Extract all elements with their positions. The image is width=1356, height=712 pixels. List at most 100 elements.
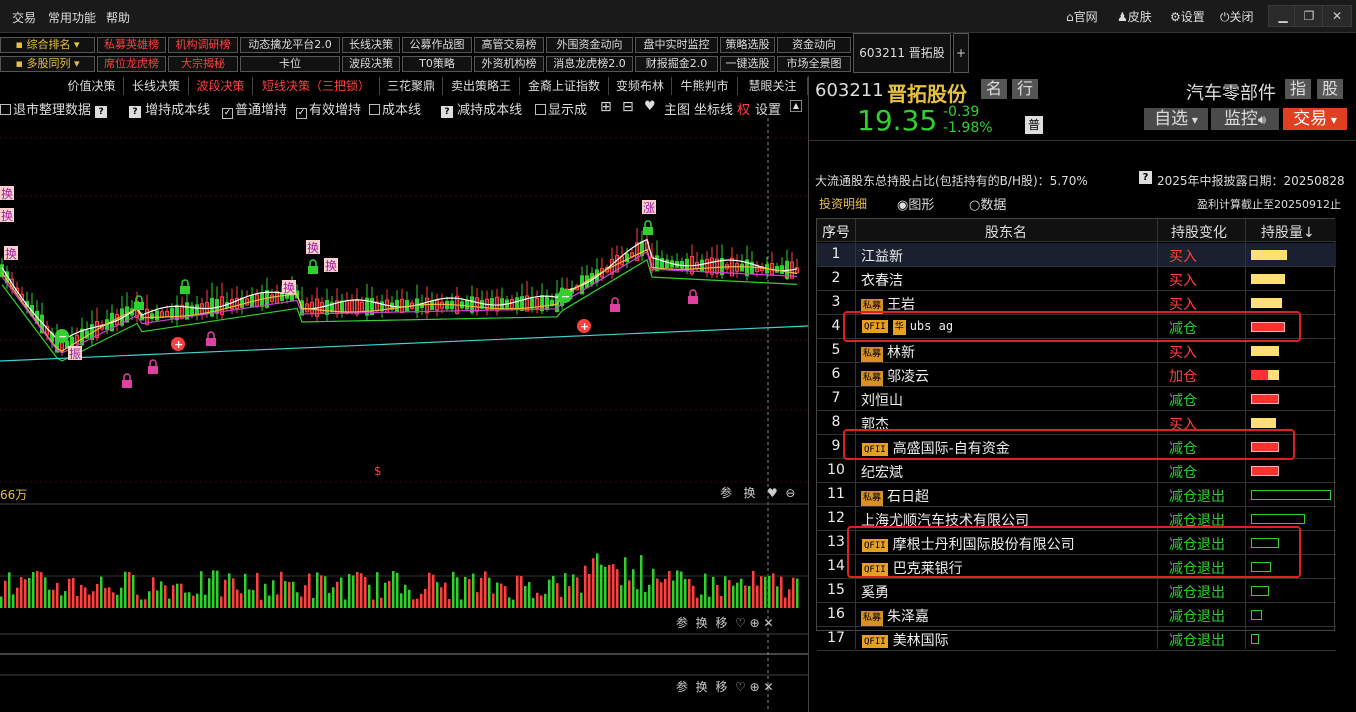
radio-checked-icon[interactable]: ◉	[897, 198, 908, 213]
data-radio[interactable]: ○数据	[969, 194, 1006, 213]
nav-nav1-5[interactable]: 公募作战图	[402, 37, 472, 53]
add-tab-button[interactable]: +	[953, 33, 969, 73]
help-icon[interactable]: ?	[1139, 171, 1152, 184]
nav-nav2-4[interactable]: 波段决策	[342, 56, 400, 72]
nav-nav1-9[interactable]: 策略选股	[720, 37, 775, 53]
skin-button[interactable]: ♟皮肤	[1117, 8, 1152, 25]
nav-nav1-10[interactable]: 资金动向	[777, 37, 851, 53]
quan-button[interactable]: 权	[737, 99, 750, 118]
table-row[interactable]: 6 私募 邬凌云 加仓	[817, 363, 1336, 387]
nav-nav2-9[interactable]: 一键选股	[720, 56, 775, 72]
checkbox-icon[interactable]	[535, 104, 546, 115]
stock-tab[interactable]: 603211 晋拓股份	[853, 33, 951, 98]
table-row[interactable]: 17 QFII 美林国际 减仓退出	[817, 627, 1336, 651]
table-row[interactable]: 1 江益新 买入	[817, 243, 1336, 267]
menu-trade[interactable]: 交易	[12, 9, 36, 26]
nav-nav2-10[interactable]: 市场全景图	[777, 56, 851, 72]
can-button[interactable]: 参	[676, 680, 688, 694]
delist-option[interactable]: 退市整理数据 ?	[0, 99, 108, 118]
chart-scroll-up-icon[interactable]: ▲	[790, 100, 802, 112]
tab-strategy-7[interactable]: 变频布林	[609, 77, 672, 95]
trade-button[interactable]: 交易 ▾	[1283, 108, 1347, 130]
help-icon[interactable]: ?	[95, 106, 108, 118]
restore-button[interactable]: ❐	[1294, 5, 1324, 27]
nav-nav2-1[interactable]: 席位龙虎榜	[97, 56, 166, 72]
header-name[interactable]: 股东名	[985, 222, 1027, 242]
zoom-out-icon[interactable]: ⊟	[622, 99, 634, 115]
tab-strategy-4[interactable]: 三花聚鼎	[380, 77, 443, 95]
tab-strategy-0[interactable]: 价值决策	[60, 77, 124, 95]
tab-strategy-9[interactable]: 慧眼关注	[738, 77, 808, 95]
nav-nav1-4[interactable]: 长线决策	[342, 37, 400, 53]
tab-strategy-6[interactable]: 金裔上证指数	[520, 77, 609, 95]
settings-button[interactable]: ⚙设置	[1170, 8, 1205, 25]
close-app-button[interactable]: ⏻关闭	[1220, 8, 1254, 25]
heart-icon[interactable]: ♥	[644, 99, 656, 114]
checkbox-icon[interactable]	[0, 104, 11, 115]
table-row[interactable]: 10 纪宏斌 减仓	[817, 459, 1336, 483]
table-row[interactable]: 11 私募 石日超 减仓退出	[817, 483, 1336, 507]
nav-nav1-8[interactable]: 盘中实时监控	[635, 37, 718, 53]
yi-button[interactable]: 移	[715, 680, 727, 694]
tab-strategy-8[interactable]: 牛熊判市	[672, 77, 738, 95]
radio-icon[interactable]: ○	[969, 198, 980, 213]
nav-nav2-0[interactable]: ▪ 多股同列 ▾	[0, 56, 95, 72]
nav-nav2-6[interactable]: 外资机构榜	[474, 56, 544, 72]
nav-nav2-5[interactable]: T0策略	[402, 56, 472, 72]
nav-nav2-3[interactable]: 卡位	[240, 56, 340, 72]
effective-increase-option[interactable]: ✓ 有效增持	[296, 99, 361, 119]
help-icon[interactable]: ?	[129, 106, 141, 118]
heart-icon[interactable]: ♡	[735, 680, 746, 694]
heart-icon[interactable]: ♥	[767, 486, 778, 500]
graph-radio[interactable]: ◉图形	[897, 194, 934, 213]
huan-button[interactable]: 换	[696, 680, 708, 694]
heart-icon[interactable]: ♡	[735, 616, 746, 630]
menu-help[interactable]: 帮助	[106, 9, 130, 26]
decrease-cost-option[interactable]: ? 减持成本线	[441, 99, 522, 118]
table-row[interactable]: 16 私募 朱泽嘉 减仓退出	[817, 603, 1336, 627]
zoom-out-icon[interactable]: ⊖	[785, 486, 795, 500]
cost-line-option[interactable]: 成本线	[369, 99, 421, 118]
header-change[interactable]: 持股变化	[1171, 222, 1227, 242]
table-row[interactable]: 2 衣春洁 买入	[817, 267, 1336, 291]
show-option[interactable]: 显示成	[535, 99, 587, 118]
normal-increase-option[interactable]: ✓ 普通增持	[222, 99, 287, 119]
nav-nav1-6[interactable]: 高管交易榜	[474, 37, 544, 53]
table-row[interactable]: 15 奚勇 减仓退出	[817, 579, 1336, 603]
tab-strategy-2[interactable]: 波段决策	[189, 77, 253, 95]
index-tag-button[interactable]: 指	[1285, 79, 1311, 99]
nav-nav1-2[interactable]: 机构调研榜	[168, 37, 238, 53]
help-icon[interactable]: ?	[441, 106, 453, 118]
industry-tag-button[interactable]: 行	[1012, 79, 1038, 99]
header-index[interactable]: 序号	[817, 222, 855, 242]
nav-nav1-3[interactable]: 动态擒龙平台2.0	[240, 37, 340, 53]
close-icon[interactable]: ✕	[763, 680, 773, 694]
nav-nav2-8[interactable]: 财报掘金2.0	[635, 56, 718, 72]
tab-strategy-5[interactable]: 卖出策略王	[443, 77, 520, 95]
official-site-button[interactable]: ⌂官网	[1066, 8, 1098, 25]
zoom-icon[interactable]: ⊕	[750, 680, 760, 694]
chart-settings-button[interactable]: 设置	[755, 99, 781, 118]
tab-strategy-1[interactable]: 长线决策	[124, 77, 189, 95]
nav-nav2-2[interactable]: 大宗揭秘	[168, 56, 238, 72]
huan-button[interactable]: 换	[743, 486, 755, 500]
nav-nav2-7[interactable]: 消息龙虎榜2.0	[546, 56, 633, 72]
nav-nav1-7[interactable]: 外围资金动向	[546, 37, 633, 53]
increase-cost-option[interactable]: ? 增持成本线	[129, 99, 210, 118]
industry-name[interactable]: 汽车零部件	[1186, 79, 1276, 105]
yi-button[interactable]: 移	[715, 616, 727, 630]
table-row[interactable]: 7 刘恒山 减仓	[817, 387, 1336, 411]
add-watchlist-button[interactable]: 自选 ▾	[1144, 108, 1208, 130]
stock-tag-button[interactable]: 股	[1317, 79, 1343, 99]
tab-strategy-3[interactable]: 短线决策（三把锁）	[253, 77, 380, 95]
menu-common[interactable]: 常用功能	[48, 9, 96, 26]
detail-tab-investment[interactable]: 投资明细	[819, 195, 867, 212]
monitor-button[interactable]: 监控🔊︎	[1211, 108, 1279, 130]
header-amount[interactable]: 持股量↓	[1261, 222, 1315, 242]
main-chart-button[interactable]: 主图	[664, 99, 690, 118]
nav-nav1-1[interactable]: 私募英雄榜	[97, 37, 166, 53]
can-button[interactable]: 参	[720, 486, 732, 500]
checkbox-icon[interactable]	[369, 104, 380, 115]
zoom-icon[interactable]: ⊕	[750, 616, 760, 630]
nav-nav1-0[interactable]: ▪ 综合排名 ▾	[0, 37, 95, 53]
